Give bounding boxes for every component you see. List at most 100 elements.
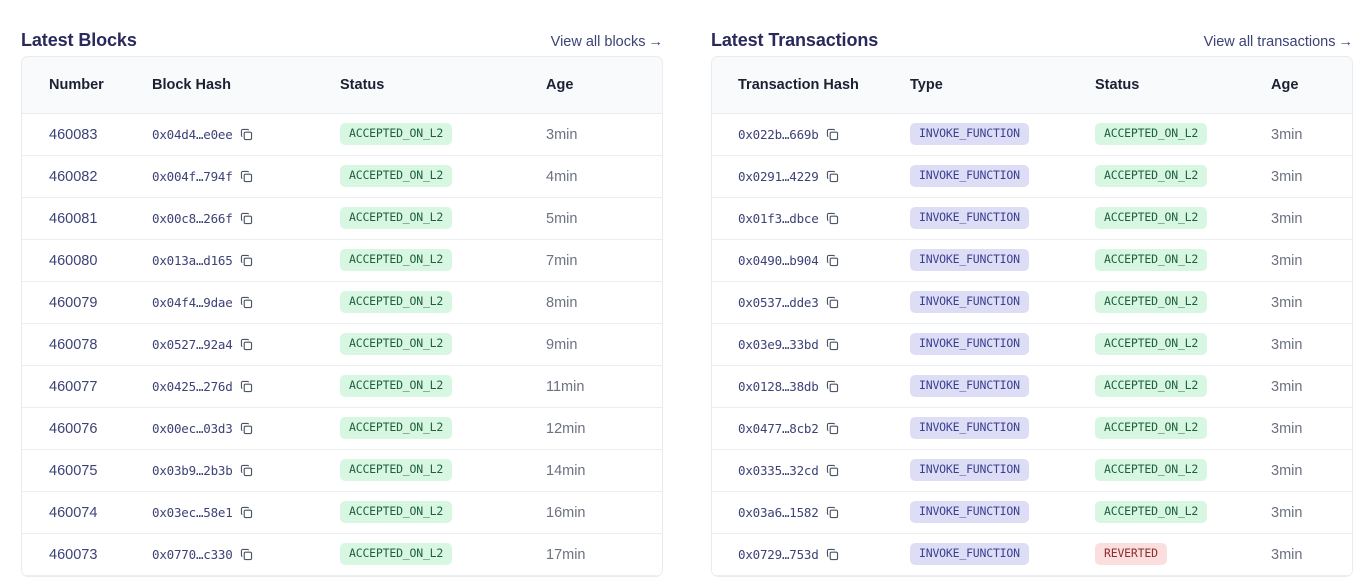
cell-age: 3min [1271,407,1352,450]
cell-transaction-hash: 0x0537…dde3 [712,281,910,324]
status-badge: ACCEPTED_ON_L2 [340,543,453,565]
status-badge: ACCEPTED_ON_L2 [340,333,453,355]
cell-transaction-hash: 0x022b…669b [712,113,910,156]
block-hash-link[interactable]: 0x04d4…e0ee [152,127,233,142]
cell-status: ACCEPTED_ON_L2 [340,155,546,198]
transaction-hash-link[interactable]: 0x0729…753d [738,547,819,562]
block-number-link[interactable]: 460077 [49,379,97,395]
block-number-link[interactable]: 460080 [49,253,97,269]
copy-icon[interactable] [826,296,839,309]
cell-number: 460081 [22,197,152,240]
cell-number: 460080 [22,239,152,282]
block-number-link[interactable]: 460074 [49,505,97,521]
transaction-hash-link[interactable]: 0x01f3…dbce [738,211,819,226]
transaction-hash-link[interactable]: 0x03a6…1582 [738,505,819,520]
table-row: 460076 0x00ec…03d3 ACCEPTED_ON_L2 12min [22,407,662,450]
copy-icon[interactable] [826,464,839,477]
copy-icon[interactable] [826,548,839,561]
block-hash-link[interactable]: 0x00ec…03d3 [152,421,233,436]
block-hash-link[interactable]: 0x0770…c330 [152,547,233,562]
cell-type: INVOKE_FUNCTION [910,407,1095,450]
copy-icon[interactable] [240,338,253,351]
copy-icon[interactable] [240,464,253,477]
status-badge: ACCEPTED_ON_L2 [1095,459,1208,481]
age-text: 12min [546,420,586,437]
age-text: 3min [1271,462,1303,479]
block-number-link[interactable]: 460079 [49,295,97,311]
status-badge: ACCEPTED_ON_L2 [340,249,453,271]
transaction-hash-link[interactable]: 0x0490…b904 [738,253,819,268]
block-hash-link[interactable]: 0x0425…276d [152,379,233,394]
type-badge: INVOKE_FUNCTION [910,165,1029,187]
cell-status: ACCEPTED_ON_L2 [1095,281,1271,324]
block-hash-link[interactable]: 0x013a…d165 [152,253,233,268]
table-header-row: Transaction Hash Type Status Age [712,57,1352,114]
block-number-link[interactable]: 460081 [49,211,97,227]
copy-icon[interactable] [240,422,253,435]
cell-number: 460073 [22,533,152,576]
table-row: 0x0477…8cb2 INVOKE_FUNCTION ACCEPTED_ON_L2… [712,407,1352,450]
copy-icon[interactable] [240,128,253,141]
cell-block-hash: 0x013a…d165 [152,239,340,282]
status-badge: ACCEPTED_ON_L2 [340,123,453,145]
status-badge: ACCEPTED_ON_L2 [1095,417,1208,439]
cell-status: ACCEPTED_ON_L2 [1095,365,1271,408]
cell-block-hash: 0x0770…c330 [152,533,340,576]
view-all-transactions-label: View all transactions [1203,33,1336,50]
copy-icon[interactable] [240,296,253,309]
transaction-hash-link[interactable]: 0x0477…8cb2 [738,421,819,436]
block-hash-link[interactable]: 0x0527…92a4 [152,337,233,352]
transaction-hash-link[interactable]: 0x0291…4229 [738,169,819,184]
view-all-transactions-link[interactable]: View all transactions → [1204,33,1353,51]
copy-icon[interactable] [826,170,839,183]
latest-blocks-title: Latest Blocks [21,29,137,50]
copy-icon[interactable] [826,128,839,141]
cell-number: 460075 [22,449,152,492]
transaction-hash-link[interactable]: 0x03e9…33bd [738,337,819,352]
block-number-link[interactable]: 460078 [49,337,97,353]
block-number-link[interactable]: 460076 [49,421,97,437]
block-number-link[interactable]: 460075 [49,463,97,479]
copy-icon[interactable] [240,380,253,393]
cell-type: INVOKE_FUNCTION [910,533,1095,576]
view-all-blocks-link[interactable]: View all blocks → [551,33,663,51]
copy-icon[interactable] [240,212,253,225]
copy-icon[interactable] [240,506,253,519]
transaction-hash-link[interactable]: 0x022b…669b [738,127,819,142]
block-hash-link[interactable]: 0x03b9…2b3b [152,463,233,478]
copy-icon[interactable] [240,254,253,267]
copy-icon[interactable] [826,380,839,393]
transaction-hash-link[interactable]: 0x0335…32cd [738,463,819,478]
copy-icon[interactable] [826,212,839,225]
block-hash-link[interactable]: 0x04f4…9dae [152,295,233,310]
column-header-type: Type [910,57,1095,114]
transaction-hash-link[interactable]: 0x0537…dde3 [738,295,819,310]
copy-icon[interactable] [826,422,839,435]
cell-type: INVOKE_FUNCTION [910,113,1095,156]
block-number-link[interactable]: 460073 [49,547,97,563]
type-badge: INVOKE_FUNCTION [910,207,1029,229]
cell-status: ACCEPTED_ON_L2 [1095,323,1271,366]
block-number-link[interactable]: 460083 [49,127,97,143]
cell-transaction-hash: 0x0291…4229 [712,155,910,198]
table-row: 460075 0x03b9…2b3b ACCEPTED_ON_L2 14min [22,449,662,492]
transaction-hash-link[interactable]: 0x0128…38db [738,379,819,394]
copy-icon[interactable] [240,170,253,183]
column-header-number: Number [22,57,152,114]
block-hash-link[interactable]: 0x00c8…266f [152,211,233,226]
status-badge: ACCEPTED_ON_L2 [340,165,453,187]
block-hash-link[interactable]: 0x004f…794f [152,169,233,184]
block-hash-link[interactable]: 0x03ec…58e1 [152,505,233,520]
cell-age: 3min [1271,113,1352,156]
cell-age: 4min [546,155,662,198]
copy-icon[interactable] [826,338,839,351]
cell-age: 17min [546,533,662,576]
cell-status: ACCEPTED_ON_L2 [1095,197,1271,240]
cell-status: ACCEPTED_ON_L2 [1095,407,1271,450]
cell-number: 460076 [22,407,152,450]
copy-icon[interactable] [826,254,839,267]
panes-container: Latest Blocks View all blocks → Number Bl… [0,0,1363,577]
copy-icon[interactable] [240,548,253,561]
copy-icon[interactable] [826,506,839,519]
block-number-link[interactable]: 460082 [49,169,97,185]
